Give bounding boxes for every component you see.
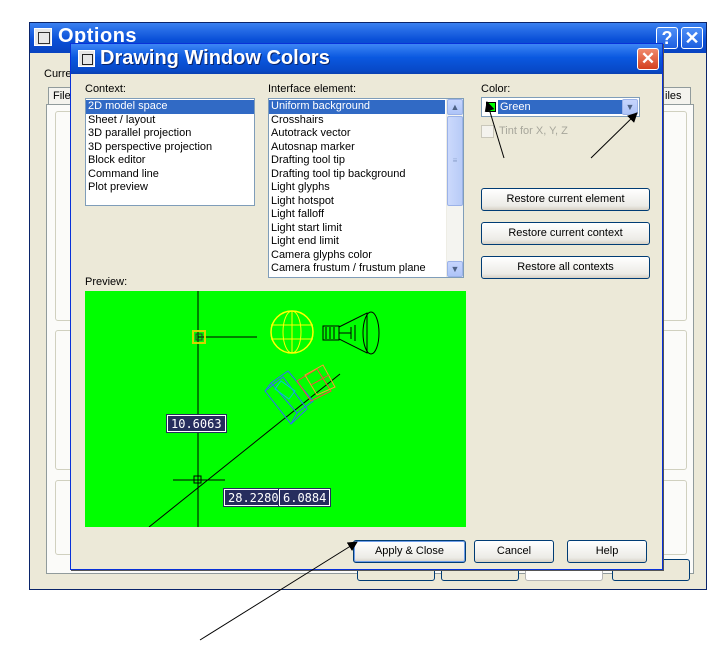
interface-element-item[interactable]: Autosnap marker	[269, 141, 463, 155]
context-label: Context:	[85, 83, 126, 95]
interface-element-item[interactable]: Drafting tool tip	[269, 154, 463, 168]
interface-element-item[interactable]: Light start limit	[269, 222, 463, 236]
chevron-down-icon[interactable]: ▼	[622, 99, 638, 115]
preview-canvas: 10.6063 28.2280 6.0884	[85, 291, 466, 527]
close-icon[interactable]: ✕	[681, 27, 703, 49]
scrollbar-thumb[interactable]: ≡	[447, 116, 463, 206]
tint-checkbox[interactable]	[481, 125, 494, 138]
interface-element-item[interactable]: Autotrack vector	[269, 127, 463, 141]
tab-profiles[interactable]: iles	[661, 87, 691, 105]
dialog-title-bar: Drawing Window Colors ✕	[71, 44, 662, 74]
preview-label: Preview:	[85, 276, 128, 288]
restore-current-context-button[interactable]: Restore current context	[481, 222, 650, 245]
app-icon	[78, 50, 95, 67]
color-select-value: Green	[498, 100, 626, 114]
context-item[interactable]: Sheet / layout	[86, 114, 254, 128]
tint-checkbox-label: Tint for X, Y, Z	[499, 125, 568, 137]
interface-element-item[interactable]: Crosshairs	[269, 114, 463, 128]
context-item[interactable]: 3D parallel projection	[86, 127, 254, 141]
interface-element-item[interactable]: Light end limit	[269, 235, 463, 249]
context-list[interactable]: 2D model space Sheet / layout 3D paralle…	[85, 98, 255, 206]
color-swatch	[486, 102, 496, 112]
interface-element-scrollbar[interactable]: ▲ ≡ ▼	[446, 99, 463, 277]
chevron-up-icon[interactable]: ▲	[447, 99, 463, 115]
restore-all-contexts-button[interactable]: Restore all contexts	[481, 256, 650, 279]
interface-element-item[interactable]: Camera glyphs color	[269, 249, 463, 263]
dialog-title: Drawing Window Colors	[100, 47, 330, 69]
current-profile-label: Curre	[44, 68, 72, 80]
interface-element-item[interactable]: Light hotspot	[269, 195, 463, 209]
context-item[interactable]: Plot preview	[86, 181, 254, 195]
context-item[interactable]: 2D model space	[86, 100, 254, 114]
chevron-down-icon[interactable]: ▼	[447, 261, 463, 277]
color-select[interactable]: Green ▼	[481, 97, 640, 117]
cancel-button[interactable]: Cancel	[474, 540, 554, 563]
apply-close-button[interactable]: Apply & Close	[353, 540, 466, 563]
context-item[interactable]: Command line	[86, 168, 254, 182]
interface-element-item[interactable]: Uniform background	[269, 100, 445, 114]
restore-current-element-button[interactable]: Restore current element	[481, 188, 650, 211]
context-item[interactable]: Block editor	[86, 154, 254, 168]
interface-element-label: Interface element:	[268, 83, 357, 95]
dimension-readout: 28.2280	[223, 488, 284, 507]
interface-element-item[interactable]: Camera frustum / frustum plane	[269, 262, 463, 276]
interface-element-item[interactable]: Light falloff	[269, 208, 463, 222]
color-label: Color:	[481, 83, 511, 95]
drawing-window-colors-dialog: Drawing Window Colors ✕ Context: 2D mode…	[70, 43, 663, 570]
dimension-readout: 10.6063	[166, 414, 227, 433]
context-item[interactable]: 3D perspective projection	[86, 141, 254, 155]
dimension-readout: 6.0884	[277, 488, 332, 507]
help-button[interactable]: Help	[567, 540, 647, 563]
interface-element-item[interactable]: Drafting tool tip background	[269, 168, 463, 182]
interface-element-list[interactable]: Uniform background Crosshairs Autotrack …	[268, 98, 464, 278]
interface-element-item[interactable]: Light glyphs	[269, 181, 463, 195]
app-icon	[34, 28, 52, 46]
close-icon[interactable]: ✕	[637, 48, 659, 70]
